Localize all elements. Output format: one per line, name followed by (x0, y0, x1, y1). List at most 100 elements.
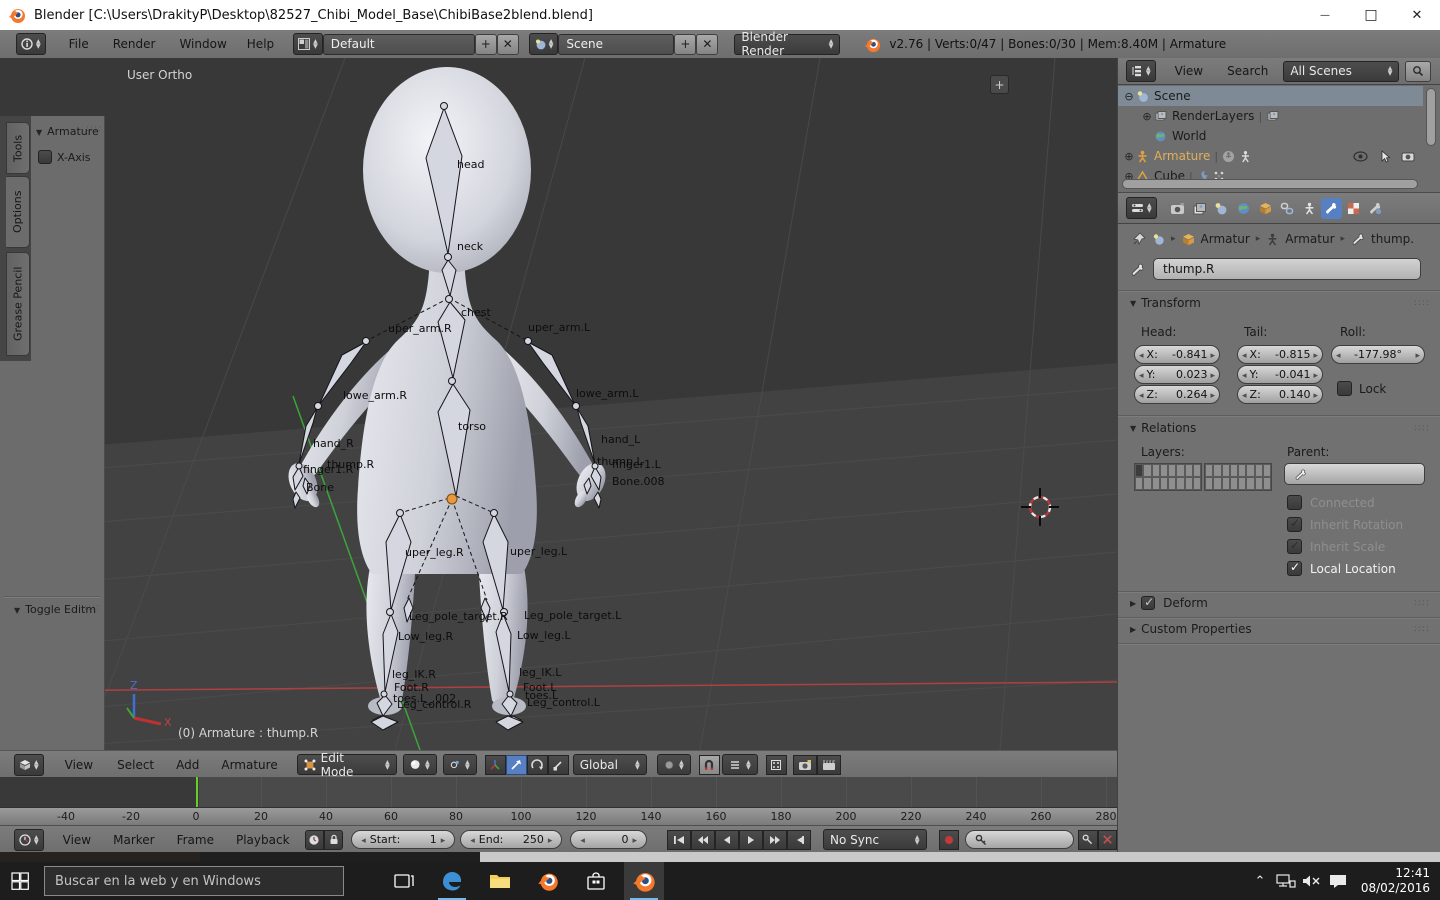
increment-icon[interactable] (441, 833, 446, 846)
properties-editor-type-button[interactable] (1126, 197, 1157, 219)
outliner-editor-type-button[interactable] (1126, 60, 1156, 82)
viewport-menu-select[interactable]: Select (112, 758, 159, 772)
relations-panel-header[interactable]: Relations (1130, 421, 1430, 435)
manipulator-rotate-button[interactable] (527, 755, 548, 775)
bone-layer-cell[interactable] (1168, 464, 1176, 477)
bone-layer-cell[interactable] (1152, 464, 1160, 477)
action-center-icon[interactable] (1328, 873, 1348, 889)
bone-layer-cell[interactable] (1193, 477, 1201, 490)
add-layout-button[interactable]: + (475, 34, 497, 55)
bone-layer-cell[interactable] (1160, 477, 1168, 490)
viewport-editor-type-button[interactable] (14, 754, 44, 776)
manipulator-axes-button[interactable] (485, 755, 506, 775)
timeline-menu-view[interactable]: View (58, 833, 96, 847)
bone-layer-cell[interactable] (1185, 464, 1193, 477)
start-button[interactable] (0, 862, 40, 900)
tab-grease-pencil[interactable]: Grease Pencil (6, 252, 30, 356)
bone-icon[interactable] (1351, 232, 1365, 246)
use-preview-range-button[interactable] (305, 830, 324, 850)
tail-y-field[interactable]: Y:-0.041 (1237, 365, 1323, 384)
panel-grip[interactable] (1414, 298, 1430, 308)
menu-help[interactable]: Help (242, 37, 279, 51)
info-editor-type-button[interactable] (16, 33, 46, 55)
bone-layer-cell[interactable] (1205, 477, 1213, 490)
manipulator-scale-button[interactable] (548, 755, 569, 775)
head-x-field[interactable]: X:-0.841 (1134, 345, 1220, 364)
lock-time-cursor-button[interactable] (324, 830, 343, 850)
head-z-field[interactable]: Z:0.264 (1134, 385, 1220, 404)
x-axis-option[interactable]: X-Axis (38, 150, 91, 164)
decrement-icon[interactable] (470, 833, 475, 846)
bone-layer-cell[interactable] (1176, 464, 1184, 477)
timeline-menu-frame[interactable]: Frame (172, 833, 219, 847)
tab-tools[interactable]: Tools (6, 122, 30, 174)
next-keyframe-button[interactable] (763, 830, 787, 850)
outliner-row-world[interactable]: World (1118, 126, 1423, 146)
bone-layer-cell[interactable] (1213, 477, 1221, 490)
timeline-editor-type-button[interactable] (14, 829, 44, 851)
object-cube-icon[interactable] (1182, 233, 1195, 246)
menu-file[interactable]: File (64, 37, 94, 51)
screen-layout-icon-button[interactable] (293, 33, 323, 55)
play-reverse-button[interactable] (715, 830, 739, 850)
increment-icon[interactable] (633, 833, 638, 846)
roll-field[interactable]: -177.98° (1331, 345, 1425, 364)
taskbar-blender[interactable] (528, 862, 568, 900)
tab-world[interactable] (1233, 198, 1254, 219)
timeline-menu-marker[interactable]: Marker (108, 833, 159, 847)
bone-layer-cell[interactable] (1168, 477, 1176, 490)
inherit-scale-checkbox[interactable] (1287, 539, 1302, 554)
head-y-field[interactable]: Y:0.023 (1134, 365, 1220, 384)
bone-layer-cell[interactable] (1143, 464, 1151, 477)
jump-to-end-button[interactable] (787, 830, 811, 850)
delete-scene-button[interactable]: ✕ (696, 34, 718, 55)
breadcrumb-object[interactable]: Armatur (1201, 232, 1250, 246)
transform-panel-header[interactable]: Transform (1130, 296, 1430, 310)
expander-icon[interactable] (1122, 150, 1136, 163)
volume-muted-icon[interactable] (1302, 873, 1322, 889)
inherit-scale-option[interactable]: Inherit Scale (1287, 539, 1385, 554)
timeline-menu-playback[interactable]: Playback (231, 833, 295, 847)
panel-grip[interactable] (86, 124, 102, 134)
tab-options[interactable]: Options (6, 176, 30, 248)
scene-ball-icon[interactable] (1152, 233, 1165, 246)
tab-render[interactable] (1167, 198, 1188, 219)
visibility-eye-icon[interactable] (1353, 151, 1368, 162)
tab-object[interactable] (1255, 198, 1276, 219)
outliner-row-armature[interactable]: Armature (1118, 146, 1423, 166)
panel-grip[interactable] (1414, 624, 1430, 634)
deform-checkbox[interactable] (1141, 596, 1155, 610)
expander-icon[interactable] (1140, 110, 1154, 123)
outliner-row-scene[interactable]: Scene (1118, 86, 1423, 106)
lock-checkbox[interactable] (1337, 381, 1352, 396)
panel-grip[interactable] (1414, 598, 1430, 608)
renderability-camera-icon[interactable] (1401, 151, 1415, 162)
outliner-search-button[interactable] (1405, 61, 1431, 82)
timeline-ruler[interactable]: -40-200204060801001201401601802002202402… (0, 807, 1117, 826)
tray-expand-chevron[interactable]: ⌃ (1247, 874, 1273, 889)
maximize-button[interactable] (1348, 1, 1394, 30)
pin-icon[interactable] (1132, 232, 1146, 246)
taskbar-clock[interactable]: 12:41 08/02/2016 (1361, 866, 1430, 896)
taskbar-file-explorer[interactable] (480, 862, 520, 900)
bone-layers-grid-2[interactable] (1204, 463, 1272, 491)
outliner-menu-search[interactable]: Search (1222, 64, 1273, 78)
tab-scene[interactable] (1211, 198, 1232, 219)
bone-layer-cell[interactable] (1213, 464, 1221, 477)
outliner-hscrollbar[interactable] (1122, 179, 1418, 189)
prev-keyframe-button[interactable] (691, 830, 715, 850)
outliner-row-renderlayers[interactable]: RenderLayers (1118, 106, 1423, 126)
tab-object-constraints[interactable] (1277, 198, 1298, 219)
current-frame-marker[interactable] (196, 777, 198, 807)
tail-x-field[interactable]: X:-0.815 (1237, 345, 1323, 364)
sync-mode-select[interactable]: No Sync (823, 829, 927, 850)
insert-keyframe-button[interactable] (1078, 830, 1097, 850)
network-icon[interactable] (1276, 873, 1296, 889)
bone-layer-cell[interactable] (1205, 464, 1213, 477)
mode-select[interactable]: Edit Mode (297, 754, 397, 775)
tail-z-field[interactable]: Z:0.140 (1237, 385, 1323, 404)
bone-layer-cell[interactable] (1152, 477, 1160, 490)
tab-render-layers[interactable] (1189, 198, 1210, 219)
increment-icon[interactable] (548, 833, 553, 846)
breadcrumb-armature[interactable]: Armatur (1285, 232, 1334, 246)
